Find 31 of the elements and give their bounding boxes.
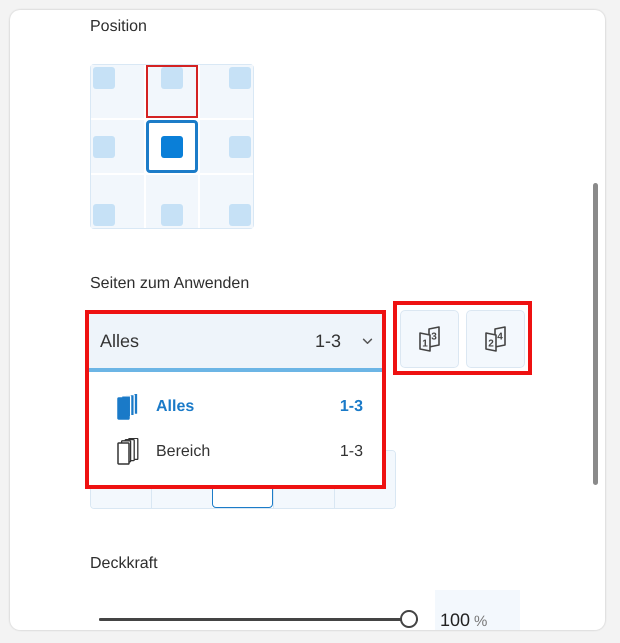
anchor-marker-icon bbox=[93, 204, 115, 226]
position-cell[interactable] bbox=[91, 120, 144, 173]
position-cell[interactable] bbox=[146, 120, 198, 173]
page-pair-button[interactable]: 3 1 bbox=[400, 310, 459, 368]
section-label: Deckkraft bbox=[90, 554, 159, 574]
chevron-down-icon bbox=[362, 338, 373, 344]
anchor-marker-icon bbox=[93, 136, 115, 158]
position-cell[interactable] bbox=[200, 120, 253, 173]
position-cell[interactable] bbox=[200, 65, 253, 118]
position-cell[interactable] bbox=[91, 175, 144, 228]
anchor-marker-icon bbox=[160, 204, 183, 226]
position-cell[interactable] bbox=[146, 175, 198, 228]
dropdown-option[interactable]: Alles 1-3 bbox=[89, 384, 382, 429]
anchor-marker-icon bbox=[229, 204, 251, 226]
section-label: Position bbox=[90, 17, 148, 37]
position-cell[interactable] bbox=[91, 65, 144, 118]
position-cell[interactable] bbox=[200, 175, 253, 228]
slider-thumb[interactable] bbox=[400, 610, 418, 628]
anchor-marker-icon bbox=[160, 136, 183, 158]
dropdown-option[interactable]: Bereich 1-3 bbox=[89, 429, 382, 474]
anchor-marker-icon bbox=[229, 67, 251, 89]
position-cell[interactable] bbox=[146, 65, 198, 118]
anchor-marker-icon bbox=[160, 67, 183, 89]
page-stack-icon bbox=[117, 438, 141, 465]
page-scope-select[interactable]: Alles 1-3 bbox=[89, 314, 382, 372]
section-label: Seiten zum Anwenden bbox=[90, 274, 250, 294]
scrollbar-thumb[interactable] bbox=[593, 183, 598, 485]
anchor-marker-icon bbox=[229, 136, 251, 158]
opacity-input[interactable]: 100 % bbox=[435, 590, 520, 630]
page-pair-button[interactable]: 4 2 bbox=[466, 310, 525, 368]
anchor-marker-icon bbox=[93, 67, 115, 89]
